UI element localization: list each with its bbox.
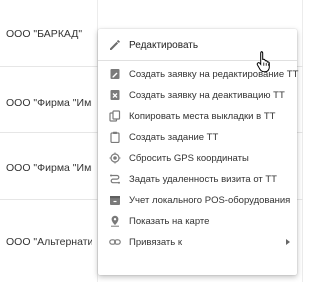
edit-document-icon bbox=[109, 68, 121, 80]
table-cell-name: ООО "Фирма "Импери bbox=[6, 162, 92, 174]
menu-item-set-visit-distance[interactable]: Задать удаленность визита от ТТ bbox=[98, 169, 297, 189]
menu-item-label: Создать заявку на деактивацию ТТ bbox=[129, 89, 285, 101]
pos-box-icon bbox=[109, 194, 121, 206]
menu-item-label: Учет локального POS-оборудования bbox=[129, 194, 291, 206]
menu-item-label: Сбросить GPS координаты bbox=[129, 152, 249, 164]
menu-item-label: Показать на карте bbox=[129, 215, 210, 227]
map-pin-icon bbox=[109, 215, 121, 227]
table-cell-name: ООО "Альтернатива" bbox=[6, 236, 92, 248]
gps-target-icon bbox=[109, 152, 121, 164]
table-cell-name: ООО "Фирма "Импери bbox=[6, 97, 92, 109]
menu-item-local-pos-equipment[interactable]: Учет локального POS-оборудования bbox=[98, 190, 297, 210]
table-cell-name: ООО "БАРКАД" bbox=[6, 28, 83, 40]
pencil-icon bbox=[109, 39, 121, 51]
clipboard-icon bbox=[109, 131, 121, 143]
deactivate-icon bbox=[109, 89, 121, 101]
menu-item-reset-gps[interactable]: Сбросить GPS координаты bbox=[98, 148, 297, 168]
menu-item-show-on-map[interactable]: Показать на карте bbox=[98, 211, 297, 231]
submenu-arrow-icon bbox=[286, 239, 290, 245]
menu-item-label: Редактировать bbox=[129, 39, 199, 51]
copy-icon bbox=[109, 110, 121, 122]
menu-item-create-deactivation-request[interactable]: Создать заявку на деактивацию ТТ bbox=[98, 85, 297, 105]
menu-item-copy-display-places[interactable]: Копировать места выкладки в ТТ bbox=[98, 106, 297, 126]
hand-cursor-icon bbox=[256, 50, 274, 77]
menu-item-label: Задать удаленность визита от ТТ bbox=[129, 173, 277, 185]
menu-item-label: Привязать к bbox=[129, 236, 183, 248]
route-icon bbox=[109, 173, 121, 185]
menu-item-label: Копировать места выкладки в ТТ bbox=[129, 110, 276, 122]
menu-item-create-task[interactable]: Создать задание ТТ bbox=[98, 127, 297, 147]
menu-item-bind-to[interactable]: Привязать к bbox=[98, 232, 297, 252]
menu-item-label: Создать задание ТТ bbox=[129, 131, 219, 143]
link-icon bbox=[109, 236, 121, 248]
